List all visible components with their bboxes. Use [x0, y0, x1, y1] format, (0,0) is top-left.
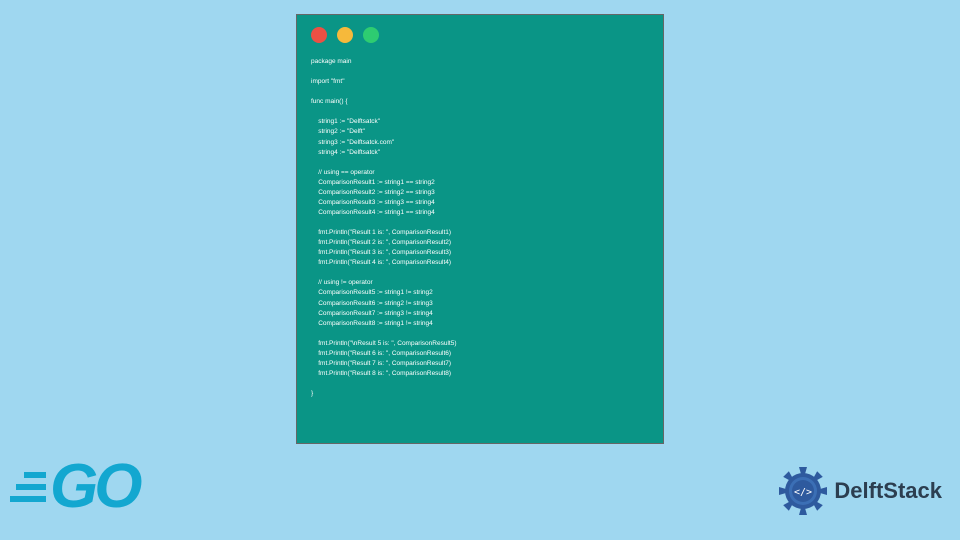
code-window: package main import "fmt" func main() { … — [296, 14, 664, 444]
delftstack-gear-icon: </> — [776, 464, 830, 518]
close-icon — [311, 27, 327, 43]
go-speed-lines-icon — [10, 472, 46, 502]
svg-text:</>: </> — [794, 487, 812, 498]
go-logo: GO — [10, 451, 138, 522]
delftstack-logo-text: DelftStack — [834, 478, 942, 504]
go-logo-text: GO — [50, 451, 138, 522]
delftstack-logo: </> DelftStack — [776, 464, 942, 518]
maximize-icon — [363, 27, 379, 43]
traffic-lights — [311, 27, 649, 43]
code-content: package main import "fmt" func main() { … — [311, 57, 649, 399]
minimize-icon — [337, 27, 353, 43]
